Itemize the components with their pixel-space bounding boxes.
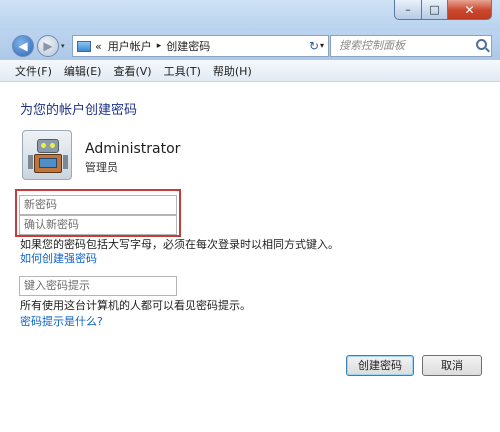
robot-arm (28, 155, 33, 169)
user-role: 管理员 (85, 161, 118, 174)
menu-tools[interactable]: 工具(T) (164, 63, 201, 79)
robot-eye (41, 143, 46, 148)
forward-button[interactable]: ▶ (37, 35, 59, 57)
create-password-button[interactable]: 创建密码 (346, 355, 414, 376)
breadcrumb-item-user-accounts[interactable]: 用户帐户 (108, 38, 152, 54)
close-button[interactable]: ✕ (448, 0, 492, 20)
maximize-button[interactable]: □ (422, 0, 448, 20)
breadcrumb-item-create-password[interactable]: 创建密码 (166, 38, 210, 54)
hint-visibility-note: 所有使用这台计算机的人都可以看见密码提示。 (20, 299, 251, 312)
breadcrumb-overflow[interactable]: « (95, 40, 102, 53)
title-bar: – □ ✕ (0, 0, 500, 30)
search-input[interactable]: 搜索控制面板 (330, 35, 492, 57)
menu-view[interactable]: 查看(V) (113, 63, 151, 79)
new-password-field[interactable]: 新密码 (19, 195, 177, 215)
strong-password-link[interactable]: 如何创建强密码 (20, 250, 97, 266)
menu-bar: 文件(F) 编辑(E) 查看(V) 工具(T) 帮助(H) (0, 60, 500, 82)
user-name: Administrator (85, 141, 181, 157)
arrow-left-icon: ◀ (18, 39, 28, 53)
cancel-button[interactable]: 取消 (422, 355, 482, 376)
window-controls: – □ ✕ (394, 0, 492, 21)
avatar (22, 130, 72, 180)
confirm-password-field[interactable]: 确认新密码 (19, 215, 177, 235)
hint-help-link[interactable]: 密码提示是什么? (20, 313, 103, 329)
robot-arm (63, 155, 68, 169)
menu-edit[interactable]: 编辑(E) (64, 63, 102, 79)
main-content: 为您的帐户创建密码 Administrator 管理员 新密码 确认新密码 如果… (0, 83, 500, 432)
arrow-right-icon: ▶ (43, 39, 53, 53)
recent-pages-dropdown[interactable]: ▾ (61, 42, 65, 50)
robot-panel (39, 158, 57, 168)
breadcrumb[interactable]: « 用户帐户 ▸ 创建密码 ▾ (72, 35, 329, 57)
address-bar: ◀ ▶ ▾ « 用户帐户 ▸ 创建密码 ▾ ↻ 搜索控制面板 (0, 30, 500, 60)
back-button[interactable]: ◀ (12, 35, 34, 57)
menu-help[interactable]: 帮助(H) (213, 63, 252, 79)
refresh-icon[interactable]: ↻ (304, 39, 324, 53)
minimize-button[interactable]: – (394, 0, 422, 20)
control-panel-icon (77, 40, 91, 52)
robot-eye (50, 143, 55, 148)
menu-file[interactable]: 文件(F) (15, 63, 52, 79)
page-title: 为您的帐户创建密码 (20, 103, 138, 118)
search-placeholder: 搜索控制面板 (339, 39, 405, 52)
breadcrumb-separator-icon[interactable]: ▸ (157, 41, 162, 51)
search-icon[interactable] (476, 39, 487, 50)
password-hint-field[interactable]: 键入密码提示 (19, 276, 177, 296)
